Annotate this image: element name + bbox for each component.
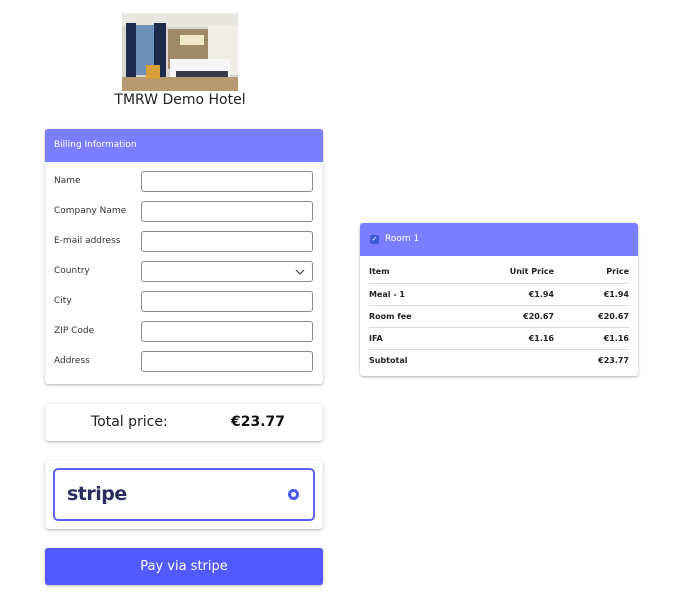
- zip-code-label: ZIP Code: [54, 326, 95, 336]
- stripe-payment-option[interactable]: stripe: [53, 468, 315, 521]
- row-price: €1.16: [554, 327, 629, 350]
- subtotal-row: Subtotal €23.77: [369, 349, 629, 371]
- address-label: Address: [54, 356, 90, 366]
- email-input[interactable]: [141, 231, 313, 252]
- form-row-city: City: [45, 291, 323, 312]
- row-price: €1.94: [554, 283, 629, 306]
- room-summary-card: ✓ Room 1 Item Unit Price Price Meal - 1 …: [360, 223, 638, 376]
- form-row-email: E-mail address: [45, 231, 323, 252]
- column-price: Price: [554, 261, 629, 284]
- column-unit-price: Unit Price: [479, 261, 554, 284]
- row-unit-price: €1.94: [479, 283, 554, 306]
- room-title: Room 1: [385, 234, 420, 244]
- form-row-country: Country: [45, 261, 323, 282]
- total-price-label: Total price:: [91, 414, 168, 430]
- company-name-input[interactable]: [141, 201, 313, 222]
- total-price-card: Total price: €23.77: [45, 404, 323, 441]
- room-items-table: Item Unit Price Price Meal - 1 €1.94 €1.…: [369, 261, 629, 371]
- row-unit-price: €1.16: [479, 327, 554, 350]
- table-row: IFA €1.16 €1.16: [369, 327, 629, 350]
- column-item: Item: [369, 261, 479, 284]
- table-row: Room fee €20.67 €20.67: [369, 305, 629, 328]
- name-label: Name: [54, 176, 81, 186]
- room-checkbox[interactable]: ✓: [370, 235, 379, 244]
- billing-header: Billing Information: [45, 129, 323, 162]
- form-row-address: Address: [45, 351, 323, 372]
- total-price-value: €23.77: [231, 414, 286, 430]
- name-input[interactable]: [141, 171, 313, 192]
- subtotal-label: Subtotal: [369, 355, 408, 365]
- hotel-photo: [122, 13, 238, 91]
- row-item: Meal - 1: [369, 283, 479, 306]
- form-row-company: Company Name: [45, 201, 323, 222]
- country-select[interactable]: [141, 261, 313, 282]
- stripe-logo: stripe: [67, 483, 127, 505]
- email-label: E-mail address: [54, 236, 121, 246]
- address-input[interactable]: [141, 351, 313, 372]
- pay-via-stripe-button[interactable]: Pay via stripe: [45, 548, 323, 585]
- subtotal-unit-price: [479, 349, 554, 371]
- row-price: €20.67: [554, 305, 629, 328]
- zip-code-input[interactable]: [141, 321, 313, 342]
- row-unit-price: €20.67: [479, 305, 554, 328]
- room-header: ✓ Room 1: [360, 223, 638, 256]
- payment-method-card: stripe: [45, 461, 323, 529]
- city-input[interactable]: [141, 291, 313, 312]
- row-item: IFA: [369, 327, 479, 350]
- city-label: City: [54, 296, 72, 306]
- form-row-zip: ZIP Code: [45, 321, 323, 342]
- subtotal-value: €23.77: [598, 355, 629, 365]
- table-header-row: Item Unit Price Price: [369, 261, 629, 284]
- company-name-label: Company Name: [54, 206, 127, 216]
- stripe-radio-button[interactable]: [288, 489, 299, 500]
- form-row-name: Name: [45, 171, 323, 192]
- country-label: Country: [54, 266, 90, 276]
- table-row: Meal - 1 €1.94 €1.94: [369, 283, 629, 306]
- hotel-name: TMRW Demo Hotel: [114, 92, 246, 108]
- chevron-down-icon: [295, 269, 305, 275]
- row-item: Room fee: [369, 305, 479, 328]
- billing-card: Billing Information Name Company Name E-…: [45, 129, 323, 384]
